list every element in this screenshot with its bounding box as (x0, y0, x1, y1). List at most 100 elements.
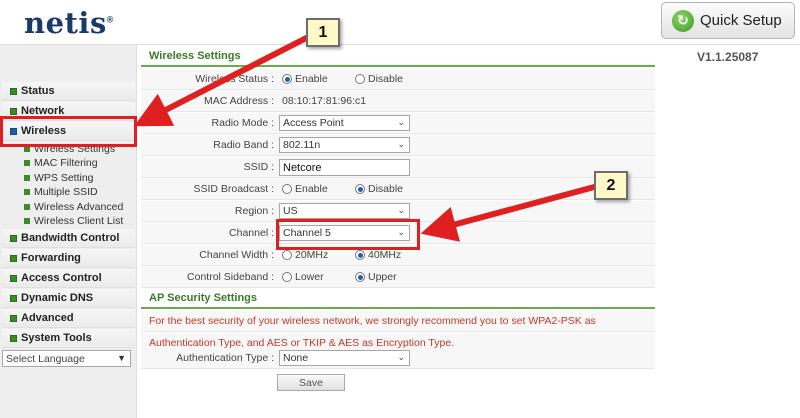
channel-highlight-box (276, 219, 420, 250)
submenu-label: Multiple SSID (34, 186, 98, 198)
region-label: Region : (234, 205, 274, 217)
radio-band-label: Radio Band : (213, 139, 274, 151)
control-sideband-label: Control Sideband : (187, 271, 274, 283)
submenu-item-wps-setting[interactable]: WPS Setting (24, 172, 94, 184)
radio-label: 20MHz (295, 249, 329, 261)
submenu-label: Wireless Client List (34, 215, 124, 227)
row-radio-band: Radio Band : 802.11n ⌄ (141, 135, 655, 156)
ssid-broadcast-disable-radio[interactable]: Disable (355, 183, 403, 195)
ssid-label: SSID : (243, 161, 274, 173)
quick-setup-label: Quick Setup (700, 12, 782, 29)
quick-setup-button[interactable]: ↻ Quick Setup (661, 2, 795, 39)
submenu-item-multiple-ssid[interactable]: Multiple SSID (24, 186, 98, 198)
ssid-broadcast-enable-radio[interactable]: Enable (282, 183, 328, 195)
language-select-value: Select Language (6, 352, 85, 365)
sidebar: Status Network Wireless Wireless Setting… (0, 45, 137, 418)
row-ssid-broadcast: SSID Broadcast : Enable Disable (141, 179, 655, 200)
menu-bullet-icon (10, 274, 17, 282)
registered-mark: ® (106, 14, 114, 25)
row-radio-mode: Radio Mode : Access Point ⌄ (141, 113, 655, 134)
radio-dot-icon (282, 250, 292, 260)
sideband-upper-radio[interactable]: Upper (355, 271, 397, 283)
authentication-type-select[interactable]: None ⌄ (279, 350, 410, 366)
chevron-down-icon: ⌄ (397, 205, 405, 215)
sidebar-item-dynamic-dns[interactable]: Dynamic DNS (2, 289, 135, 308)
header: netis® ↻ Quick Setup (0, 0, 800, 44)
sidebar-item-forwarding[interactable]: Forwarding (2, 249, 135, 268)
ssid-input[interactable] (279, 159, 410, 176)
radio-label: Enable (295, 73, 328, 85)
radio-label: Disable (368, 73, 404, 85)
row-control-sideband: Control Sideband : Lower Upper (141, 267, 655, 288)
wireless-status-enable-radio[interactable]: Enable (282, 73, 328, 85)
submenu-bullet-icon (24, 189, 30, 195)
ap-security-title: AP Security Settings (141, 287, 655, 309)
row-mac-address: MAC Address : 08:10:17:81:96:c1 (141, 91, 655, 112)
sidebar-item-label: Dynamic DNS (21, 292, 94, 304)
submenu-bullet-icon (24, 160, 30, 166)
mac-address-value: 08:10:17:81:96:c1 (282, 95, 367, 107)
radio-dot-icon (282, 272, 292, 282)
radio-dot-icon (355, 272, 365, 282)
sidebar-item-advanced[interactable]: Advanced (2, 309, 135, 328)
radio-dot-icon (355, 184, 365, 194)
menu-bullet-icon (10, 107, 17, 115)
channel-width-20-radio[interactable]: 20MHz (282, 249, 328, 261)
sideband-lower-radio[interactable]: Lower (282, 271, 324, 283)
row-save: Save (141, 372, 655, 393)
region-value: US (283, 205, 298, 217)
channel-label: Channel : (229, 227, 274, 239)
region-select[interactable]: US ⌄ (279, 203, 410, 219)
channel-width-label: Channel Width : (199, 249, 274, 261)
sidebar-item-label: Advanced (21, 312, 74, 324)
submenu-item-wireless-client-list[interactable]: Wireless Client List (24, 215, 123, 227)
submenu-label: WPS Setting (34, 172, 94, 184)
sidebar-item-label: Bandwidth Control (21, 232, 120, 244)
wireless-status-disable-radio[interactable]: Disable (355, 73, 403, 85)
submenu-label: MAC Filtering (34, 157, 98, 169)
authentication-type-label: Authentication Type : (176, 352, 274, 364)
menu-bullet-icon (10, 234, 17, 242)
sidebar-item-label: Access Control (21, 272, 102, 284)
radio-label: Upper (368, 271, 397, 283)
channel-width-40-radio[interactable]: 40MHz (355, 249, 401, 261)
radio-mode-value: Access Point (283, 117, 344, 129)
mac-address-label: MAC Address : (203, 95, 274, 107)
sidebar-item-bandwidth-control[interactable]: Bandwidth Control (2, 229, 135, 248)
chevron-down-icon: ⌄ (397, 352, 405, 362)
radio-label: Lower (295, 271, 324, 283)
submenu-item-mac-filtering[interactable]: MAC Filtering (24, 157, 98, 169)
chevron-down-icon: ▼ (117, 353, 126, 363)
sidebar-item-label: Status (21, 85, 55, 97)
sidebar-item-status[interactable]: Status (2, 82, 135, 101)
menu-bullet-icon (10, 294, 17, 302)
submenu-bullet-icon (24, 218, 30, 224)
submenu-label: Wireless Advanced (34, 201, 124, 213)
radio-label: 40MHz (368, 249, 402, 261)
language-select[interactable]: Select Language ▼ (2, 350, 131, 367)
firmware-version: V1.1.25087 (697, 50, 759, 64)
radio-dot-icon (355, 250, 365, 260)
radio-label: Disable (368, 183, 404, 195)
radio-mode-select[interactable]: Access Point ⌄ (279, 115, 410, 131)
sidebar-item-system-tools[interactable]: System Tools (2, 329, 135, 348)
radio-band-select[interactable]: 802.11n ⌄ (279, 137, 410, 153)
row-wireless-status: Wireless Status : Enable Disable (141, 69, 655, 90)
sidebar-item-label: System Tools (21, 332, 92, 344)
refresh-icon: ↻ (672, 9, 694, 32)
radio-label: Enable (295, 183, 328, 195)
save-button[interactable]: Save (277, 374, 345, 391)
row-authentication-type: Authentication Type : None ⌄ (141, 348, 655, 369)
sidebar-item-access-control[interactable]: Access Control (2, 269, 135, 288)
chevron-down-icon: ⌄ (397, 139, 405, 149)
radio-dot-icon (282, 184, 292, 194)
radio-band-value: 802.11n (283, 139, 321, 151)
submenu-bullet-icon (24, 175, 30, 181)
ssid-broadcast-label: SSID Broadcast : (193, 183, 274, 195)
callout-1: 1 (306, 18, 340, 47)
radio-mode-label: Radio Mode : (211, 117, 274, 129)
submenu-item-wireless-advanced[interactable]: Wireless Advanced (24, 201, 123, 213)
security-notice-line1: For the best security of your wireless n… (141, 311, 655, 332)
row-ssid: SSID : (141, 157, 655, 178)
radio-dot-icon (355, 74, 365, 84)
